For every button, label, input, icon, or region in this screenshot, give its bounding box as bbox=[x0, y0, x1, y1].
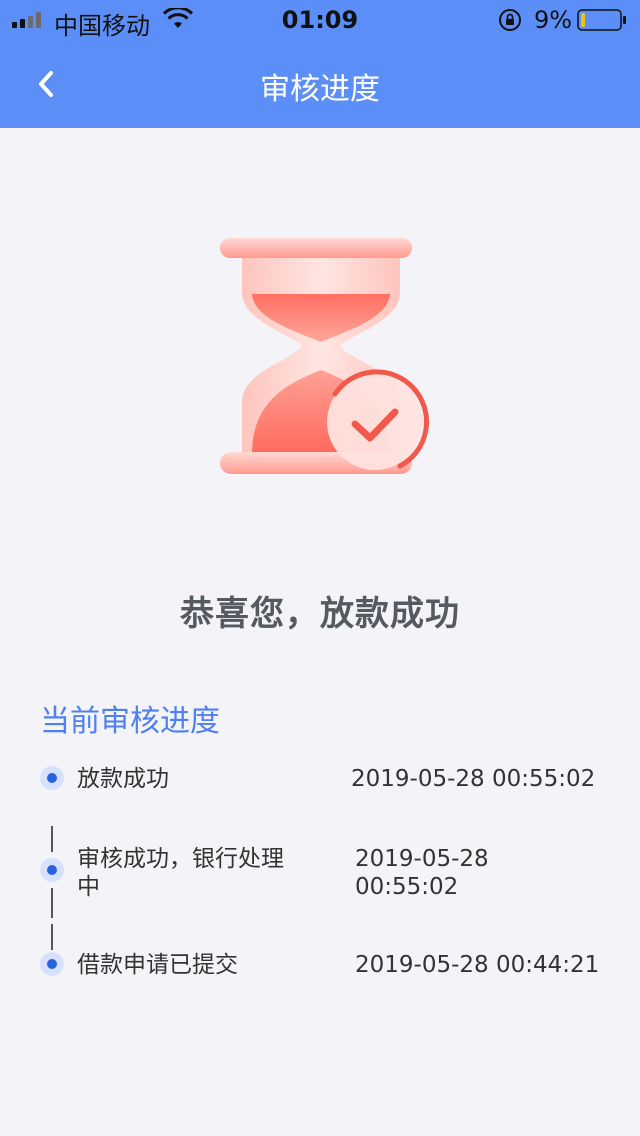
timeline-dot bbox=[40, 858, 64, 882]
step-time: 2019-05-28 00:55:02 bbox=[351, 766, 596, 792]
step-label-line: 中 bbox=[77, 874, 100, 900]
step-time-line: 2019-05-28 bbox=[355, 846, 489, 872]
status-bar: 中国移动 01:09 9% bbox=[0, 0, 640, 40]
rotation-lock-icon bbox=[499, 9, 521, 31]
step-label: 放款成功 bbox=[77, 766, 169, 792]
battery-percent: 9% bbox=[534, 6, 573, 34]
hourglass-check-icon bbox=[220, 238, 430, 474]
timeline-connector bbox=[51, 888, 53, 918]
page-title: 审核进度 bbox=[260, 72, 380, 107]
step-time: 2019-05-28 00:44:21 bbox=[355, 952, 600, 978]
step-label: 审核成功，银行处理 中 bbox=[77, 845, 284, 901]
step-time: 2019-05-28 00:55:02 bbox=[355, 845, 489, 901]
timeline-connector bbox=[51, 924, 53, 950]
timeline-dot bbox=[40, 952, 64, 976]
timeline-connector bbox=[51, 826, 53, 852]
battery-icon bbox=[577, 9, 626, 31]
step-label-line: 审核成功，银行处理 bbox=[77, 846, 284, 872]
step-label: 借款申请已提交 bbox=[77, 952, 238, 978]
timeline-dot bbox=[40, 766, 64, 790]
result-title: 恭喜您，放款成功 bbox=[180, 594, 460, 634]
step-time-line: 00:55:02 bbox=[355, 874, 459, 900]
progress-section-title: 当前审核进度 bbox=[40, 704, 220, 739]
header: 中国移动 01:09 9% 审核进度 bbox=[0, 0, 640, 128]
